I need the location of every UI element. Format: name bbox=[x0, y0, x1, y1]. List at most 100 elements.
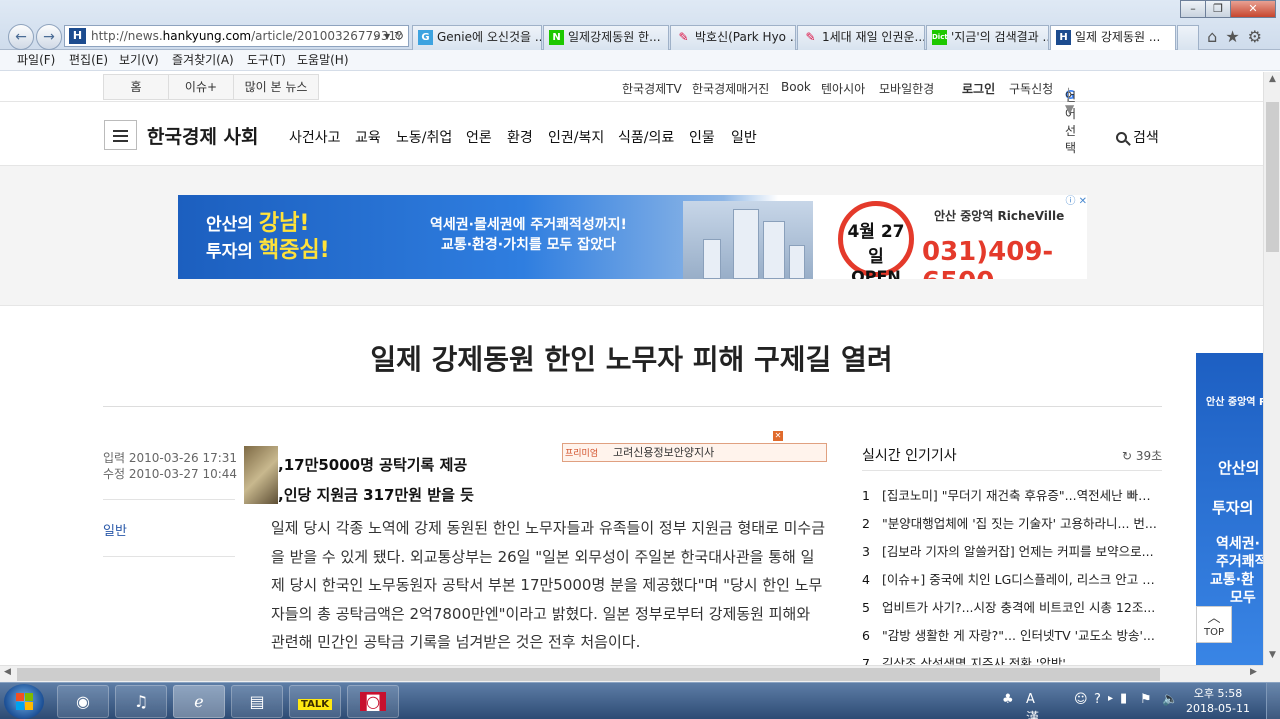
tab-genie[interactable]: G Genie에 오신것을 ... bbox=[412, 25, 542, 50]
nav-item[interactable]: 언론 bbox=[466, 127, 492, 147]
tab-blog-1[interactable]: ✎ 박호신(Park Hyo ... bbox=[670, 25, 796, 50]
nav-item[interactable]: 교육 bbox=[355, 127, 381, 147]
tray-expand-icon[interactable]: ▸ bbox=[1108, 693, 1113, 704]
nav-item[interactable]: 인권/복지 bbox=[548, 127, 604, 147]
toplink-tv[interactable]: 한국경제TV bbox=[622, 80, 682, 97]
nav-item[interactable]: 식품/의료 bbox=[618, 127, 674, 147]
menu-edit[interactable]: 편집(E) bbox=[69, 50, 108, 71]
nav-item[interactable]: 사건사고 bbox=[289, 127, 341, 147]
section-brand[interactable]: 한국경제 사회 bbox=[147, 122, 259, 149]
chevron-up-icon: ︿ bbox=[1207, 611, 1221, 626]
popular-headline[interactable]: [이슈+] 중국에 치인 LG디스플레이, 리스크 안고 O... bbox=[882, 570, 1160, 590]
show-desktop-button[interactable] bbox=[1266, 683, 1280, 719]
modified-date: 수정 2010-03-27 10:44 bbox=[103, 467, 238, 481]
toplink-mobile[interactable]: 모바일한경 bbox=[879, 80, 934, 97]
popular-title: 실시간 인기기사 bbox=[862, 448, 957, 464]
popular-headline[interactable]: 업비트가 사기?...시장 충격에 비트코인 시총 12조... bbox=[882, 598, 1160, 618]
toplink-book[interactable]: Book bbox=[781, 80, 811, 94]
action-center-flag-icon[interactable]: ⚑ bbox=[1140, 692, 1152, 707]
close-button[interactable]: ✕ bbox=[1230, 0, 1276, 18]
file-explorer-icon[interactable]: ▤ bbox=[231, 685, 283, 718]
scroll-top-button[interactable]: ︿ TOP bbox=[1196, 606, 1232, 643]
ime-indicator[interactable]: A 漢 bbox=[1026, 692, 1039, 719]
list-item[interactable]: 6 "감방 생활한 게 자랑?"... 인터넷TV '교도소 방송'... bbox=[862, 626, 1162, 654]
tab-dict[interactable]: Dict '지금'의 검색결과 ... bbox=[926, 25, 1049, 50]
category-link[interactable]: 일반 bbox=[103, 520, 127, 539]
popular-headline[interactable]: "감방 생활한 게 자랑?"... 인터넷TV '교도소 방송'... bbox=[882, 626, 1160, 646]
minimize-button[interactable]: – bbox=[1180, 0, 1206, 18]
toplink-issue[interactable]: 이슈+ bbox=[168, 74, 234, 100]
scrollbar-thumb[interactable] bbox=[17, 668, 1160, 681]
volume-icon[interactable]: 🔈 bbox=[1162, 692, 1178, 707]
site-header: 한국경제 사회 사건사고 교육 노동/취업 언론 환경 인권/복지 식품/의료 … bbox=[0, 103, 1263, 166]
menu-help[interactable]: 도움말(H) bbox=[297, 50, 349, 71]
forward-button[interactable]: → bbox=[36, 24, 62, 50]
scroll-up-arrow-icon[interactable]: ▲ bbox=[1264, 74, 1280, 84]
chrome-icon[interactable]: ◉ bbox=[57, 685, 109, 718]
article-thumbnail[interactable] bbox=[244, 446, 278, 504]
divider bbox=[103, 499, 235, 500]
toplink-home[interactable]: 홈 bbox=[103, 74, 169, 100]
people-icon[interactable]: ♣ bbox=[1002, 692, 1014, 707]
list-item[interactable]: 3 [김보라 기자의 알쓸커잡] 언제는 커피를 보약으로... bbox=[862, 542, 1162, 570]
premium-tag: 프리미엄 bbox=[565, 449, 599, 459]
ad-close-icon[interactable]: ✕ bbox=[773, 431, 783, 441]
toplink-tenasia[interactable]: 텐아시아 bbox=[821, 80, 865, 97]
popular-headline[interactable]: 김상조 삼성생명 지주사 전환 '압박' bbox=[882, 654, 1160, 665]
tab-blog-2[interactable]: ✎ 1세대 재일 인권운... bbox=[797, 25, 925, 50]
kakaotalk-icon[interactable]: TALK bbox=[289, 685, 341, 718]
list-item[interactable]: 5 업비트가 사기?...시장 충격에 비트코인 시총 12조... bbox=[862, 598, 1162, 626]
network-icon[interactable]: ▮ bbox=[1120, 691, 1127, 706]
ad-choices-icon[interactable]: ⓘ ✕ bbox=[1057, 195, 1087, 209]
horizontal-scrollbar[interactable]: ◀ ▶ bbox=[0, 665, 1263, 682]
back-button[interactable]: ← bbox=[8, 24, 34, 50]
nav-item[interactable]: 인물 bbox=[689, 127, 715, 147]
settings-gear-icon[interactable]: ⚙ bbox=[1248, 27, 1270, 46]
popular-countdown[interactable]: ↻ 39초 bbox=[1122, 447, 1162, 464]
popular-headline[interactable]: "분양대행업체에 '집 짓는 기술자' 고용하라니... 번... bbox=[882, 514, 1160, 534]
search-button[interactable]: 검색 bbox=[1116, 127, 1159, 147]
login-link[interactable]: 로그인 bbox=[962, 80, 995, 97]
side-ad-text: 투자의 bbox=[1212, 499, 1254, 517]
address-buttons[interactable]: ⌕ ▾ ↻ bbox=[374, 26, 404, 46]
hamburger-menu-icon[interactable] bbox=[104, 120, 137, 150]
address-bar[interactable]: H http://news.hankyung.com/article/20100… bbox=[64, 25, 409, 47]
clock[interactable]: 오후 5:58 2018-05-11 bbox=[1182, 686, 1254, 716]
music-player-icon[interactable]: ♫ bbox=[115, 685, 167, 718]
start-button[interactable] bbox=[4, 684, 44, 719]
nav-item[interactable]: 환경 bbox=[507, 127, 533, 147]
tab-hankyung-active[interactable]: H 일제 강제동원 ... bbox=[1050, 25, 1176, 50]
popular-headline[interactable]: [김보라 기자의 알쓸커잡] 언제는 커피를 보약으로... bbox=[882, 542, 1160, 562]
list-item[interactable]: 7 김상조 삼성생명 지주사 전환 '압박' bbox=[862, 654, 1162, 665]
favorites-star-icon[interactable]: ★ bbox=[1225, 27, 1247, 46]
scroll-right-arrow-icon[interactable]: ▶ bbox=[1250, 667, 1257, 677]
tray-app-icon[interactable]: ☺ bbox=[1074, 692, 1088, 707]
new-tab-button[interactable] bbox=[1177, 25, 1199, 50]
home-icon[interactable]: ⌂ bbox=[1207, 27, 1225, 46]
banner-ad[interactable]: 안산의 강남! 투자의 핵중심! 역세권·몰세권에 주거쾌적성까지! 교통·환경… bbox=[178, 195, 1087, 279]
menu-file[interactable]: 파일(F) bbox=[17, 50, 55, 71]
clock-time: 오후 5:58 bbox=[1193, 687, 1243, 700]
popular-headline[interactable]: [집코노미] "무더기 재건축 후유증"...역전세난 빠진... bbox=[882, 486, 1160, 506]
toplink-most-viewed[interactable]: 많이 본 뉴스 bbox=[233, 74, 319, 100]
toplink-magazine[interactable]: 한국경제매거진 bbox=[692, 80, 769, 97]
nav-item[interactable]: 일반 bbox=[731, 127, 757, 147]
vertical-scrollbar[interactable]: ▲ ▼ bbox=[1263, 72, 1280, 665]
nav-item[interactable]: 노동/취업 bbox=[396, 127, 452, 147]
scroll-down-arrow-icon[interactable]: ▼ bbox=[1264, 650, 1280, 660]
list-item[interactable]: 1 [집코노미] "무더기 재건축 후유증"...역전세난 빠진... bbox=[862, 486, 1162, 514]
help-icon[interactable]: ? bbox=[1094, 692, 1101, 707]
subscribe-link[interactable]: 구독신청 bbox=[1009, 80, 1053, 97]
scroll-left-arrow-icon[interactable]: ◀ bbox=[4, 667, 11, 677]
menu-tools[interactable]: 도구(T) bbox=[247, 50, 286, 71]
menu-favorites[interactable]: 즐겨찾기(A) bbox=[172, 50, 234, 71]
list-item[interactable]: 4 [이슈+] 중국에 치인 LG디스플레이, 리스크 안고 O... bbox=[862, 570, 1162, 598]
tab-naver[interactable]: N 일제강제동원 한... bbox=[543, 25, 669, 50]
menu-view[interactable]: 보기(V) bbox=[119, 50, 159, 71]
scrollbar-thumb[interactable] bbox=[1266, 102, 1279, 252]
internet-explorer-icon[interactable]: ℯ bbox=[173, 685, 225, 718]
list-item[interactable]: 2 "분양대행업체에 '집 짓는 기술자' 고용하라니... 번... bbox=[862, 514, 1162, 542]
app-icon[interactable]: ◙ bbox=[347, 685, 399, 718]
restore-button[interactable]: ❐ bbox=[1205, 0, 1231, 18]
premium-text-ad[interactable]: 프리미엄 고려신용정보안양지사 bbox=[562, 443, 827, 462]
